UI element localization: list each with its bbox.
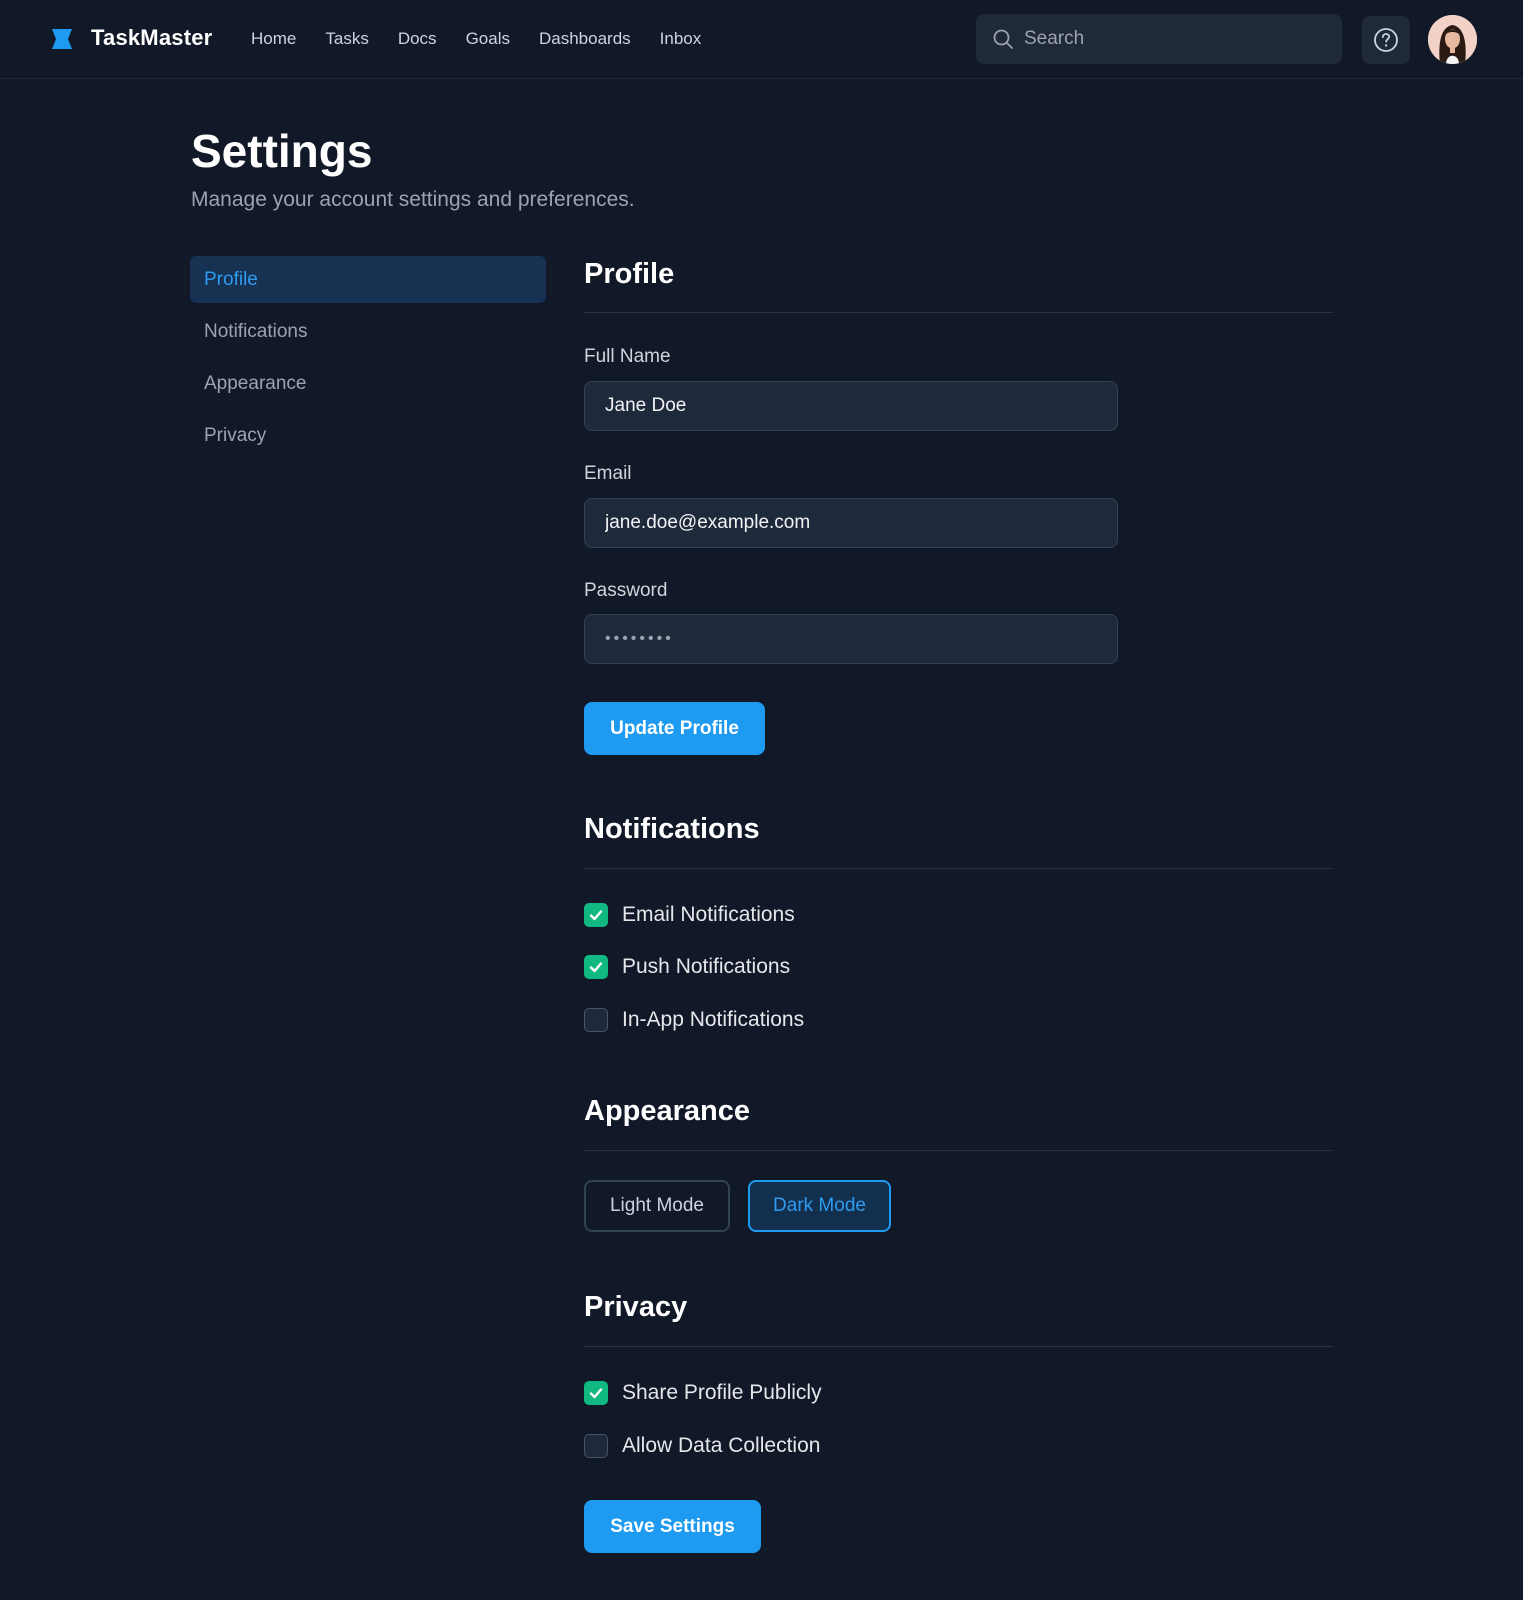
search-input[interactable] [1024, 14, 1324, 64]
notifications-section-title: Notifications [584, 813, 760, 845]
brand-name[interactable]: TaskMaster [91, 25, 212, 51]
notifications-divider [584, 868, 1333, 869]
nav-inbox[interactable]: Inbox [660, 29, 702, 49]
share-profile-label: Share Profile Publicly [622, 1381, 822, 1404]
checkmark-icon [589, 1388, 603, 1399]
sidebar-item-notifications[interactable]: Notifications [190, 308, 546, 355]
in-app-notifications-option[interactable]: In-App Notifications [584, 1007, 804, 1033]
top-navbar: TaskMaster Home Tasks Docs Goals Dashboa… [0, 0, 1523, 79]
user-avatar[interactable] [1428, 15, 1477, 64]
nav-home[interactable]: Home [251, 29, 296, 49]
main-nav: Home Tasks Docs Goals Dashboards Inbox [251, 29, 730, 49]
push-notifications-checkbox[interactable] [584, 955, 608, 979]
data-collection-checkbox[interactable] [584, 1434, 608, 1458]
push-notifications-option[interactable]: Push Notifications [584, 954, 790, 980]
light-mode-button[interactable]: Light Mode [584, 1180, 730, 1232]
nav-tasks[interactable]: Tasks [325, 29, 368, 49]
push-notifications-label: Push Notifications [622, 955, 791, 978]
data-collection-option[interactable]: Allow Data Collection [584, 1433, 820, 1459]
checkmark-icon [589, 910, 603, 921]
data-collection-label: Allow Data Collection [622, 1434, 821, 1457]
password-label: Password [584, 580, 668, 601]
privacy-section-title: Privacy [584, 1291, 688, 1323]
email-notifications-label: Email Notifications [622, 903, 795, 926]
sidebar-item-appearance[interactable]: Appearance [190, 360, 546, 407]
share-profile-checkbox[interactable] [584, 1381, 608, 1405]
full-name-label: Full Name [584, 346, 671, 367]
profile-section-title: Profile [584, 258, 675, 290]
sidebar-item-profile[interactable]: Profile [190, 256, 546, 303]
appearance-section-title: Appearance [584, 1095, 751, 1127]
in-app-notifications-checkbox[interactable] [584, 1008, 608, 1032]
nav-docs[interactable]: Docs [398, 29, 437, 49]
in-app-notifications-label: In-App Notifications [622, 1008, 805, 1031]
page-subtitle: Manage your account settings and prefere… [191, 188, 635, 211]
save-settings-button[interactable]: Save Settings [584, 1500, 761, 1553]
update-profile-button[interactable]: Update Profile [584, 702, 765, 755]
profile-divider [584, 312, 1333, 313]
help-button[interactable] [1362, 16, 1410, 64]
page-title: Settings [191, 125, 373, 177]
search-box [976, 14, 1342, 64]
taskmaster-logo-icon[interactable] [51, 28, 73, 50]
checkmark-icon [589, 962, 603, 973]
email-notifications-checkbox[interactable] [584, 903, 608, 927]
share-profile-option[interactable]: Share Profile Publicly [584, 1380, 822, 1406]
dark-mode-button[interactable]: Dark Mode [748, 1180, 891, 1232]
password-field[interactable] [584, 614, 1118, 664]
nav-goals[interactable]: Goals [466, 29, 510, 49]
sidebar-item-privacy[interactable]: Privacy [190, 412, 546, 459]
email-field[interactable] [584, 498, 1118, 548]
settings-sidebar: Profile Notifications Appearance Privacy [190, 256, 546, 464]
full-name-field[interactable] [584, 381, 1118, 431]
privacy-divider [584, 1346, 1333, 1347]
help-circle-icon [1374, 28, 1398, 52]
user-avatar-image [1428, 15, 1477, 64]
email-label: Email [584, 463, 632, 484]
nav-dashboards[interactable]: Dashboards [539, 29, 631, 49]
email-notifications-option[interactable]: Email Notifications [584, 902, 795, 928]
appearance-divider [584, 1150, 1333, 1151]
search-icon [993, 29, 1013, 49]
